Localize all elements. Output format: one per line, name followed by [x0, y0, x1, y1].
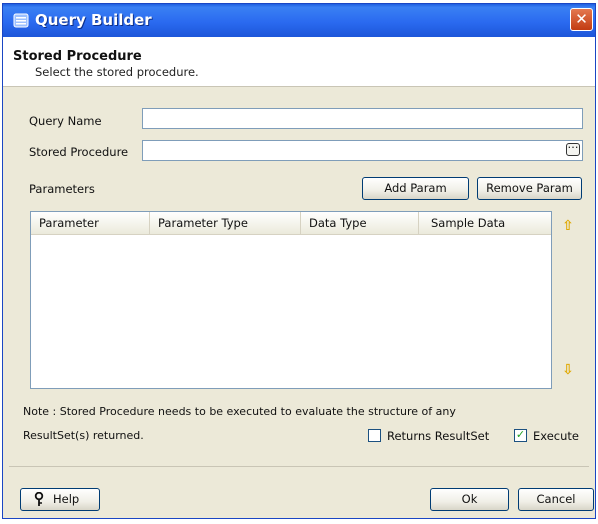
- stored-procedure-label: Stored Procedure: [29, 145, 129, 159]
- note-line-2: ResultSet(s) returned.: [23, 429, 144, 442]
- close-icon: ✕: [575, 10, 588, 28]
- browse-procedure-button[interactable]: …: [566, 138, 580, 156]
- database-icon: [13, 13, 29, 28]
- cancel-button[interactable]: Cancel: [518, 488, 594, 511]
- remove-param-button[interactable]: Remove Param: [477, 177, 582, 200]
- column-header-data-type[interactable]: Data Type: [301, 212, 419, 234]
- add-param-button[interactable]: Add Param: [362, 177, 469, 200]
- help-button[interactable]: Help: [20, 488, 100, 511]
- execute-label: Execute: [533, 429, 579, 443]
- title-bar[interactable]: Query Builder ✕: [3, 4, 595, 37]
- move-up-arrow-icon[interactable]: ⇧: [562, 219, 574, 233]
- move-down-arrow-icon[interactable]: ⇩: [562, 363, 574, 377]
- footer-divider: [9, 466, 589, 467]
- returns-resultset-checkbox[interactable]: [368, 429, 381, 442]
- window-title: Query Builder: [35, 11, 152, 29]
- query-builder-window: Query Builder ✕ Stored Procedure Select …: [2, 3, 596, 519]
- query-name-input[interactable]: [142, 108, 583, 129]
- column-header-sample-data[interactable]: Sample Data: [419, 212, 551, 234]
- query-name-label: Query Name: [29, 114, 102, 128]
- checkmark-icon: ✓: [515, 428, 526, 441]
- column-header-parameter-type[interactable]: Parameter Type: [150, 212, 301, 234]
- table-header: Parameter Parameter Type Data Type Sampl…: [31, 212, 551, 235]
- parameters-label: Parameters: [29, 182, 95, 196]
- close-button[interactable]: ✕: [570, 8, 593, 31]
- key-icon: [34, 492, 44, 506]
- page-subtitle: Select the stored procedure.: [35, 65, 199, 79]
- ellipsis-icon: …: [567, 138, 579, 151]
- ok-button[interactable]: Ok: [430, 488, 509, 511]
- execute-checkbox[interactable]: ✓: [514, 428, 527, 442]
- help-label: Help: [53, 492, 80, 506]
- wizard-header: Stored Procedure Select the stored proce…: [3, 37, 595, 87]
- returns-resultset-label: Returns ResultSet: [387, 429, 490, 443]
- parameters-table[interactable]: Parameter Parameter Type Data Type Sampl…: [30, 211, 552, 389]
- column-header-parameter[interactable]: Parameter: [31, 212, 150, 234]
- stored-procedure-input[interactable]: …: [142, 138, 583, 161]
- note-line-1: Note : Stored Procedure needs to be exec…: [23, 405, 456, 418]
- page-title: Stored Procedure: [13, 49, 142, 64]
